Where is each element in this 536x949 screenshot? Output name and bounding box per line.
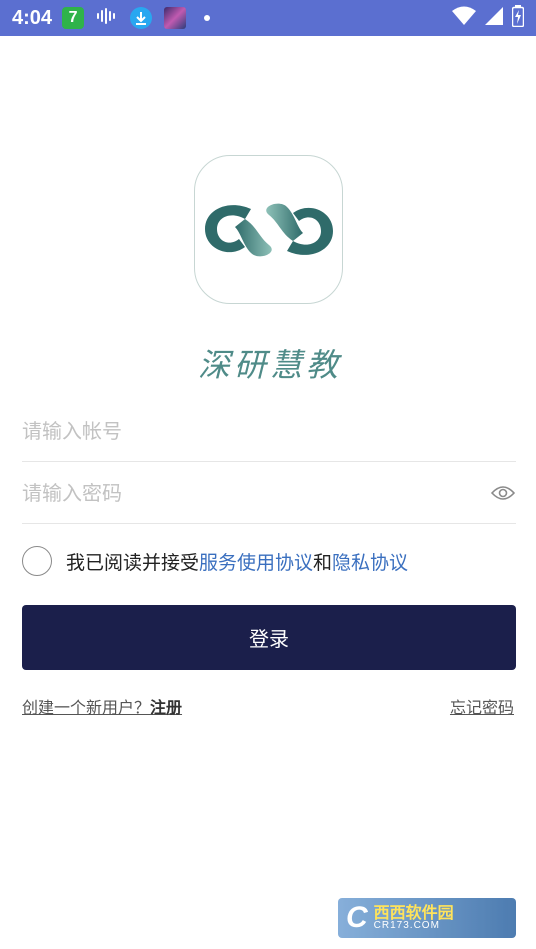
eye-icon (491, 486, 515, 500)
download-icon (130, 7, 153, 29)
watermark: C 西西软件园 CR173.COM (338, 898, 516, 938)
status-time: 4:04 (12, 6, 53, 29)
signal-icon (484, 6, 504, 30)
service-agreement-link[interactable]: 服务使用协议 (199, 548, 313, 575)
infinity-logo-icon (204, 203, 333, 256)
login-button[interactable]: 登录 (22, 605, 516, 670)
agreement-prefix: 我已阅读并接受 (66, 551, 200, 574)
create-account-link[interactable]: 创建一个新用户？注册 (22, 694, 182, 718)
create-account-prefix: 创建一个新用户？ (22, 698, 151, 717)
account-field-row (22, 400, 516, 462)
agreement-row: 我已阅读并接受 服务使用协议 和 隐私协议 (22, 545, 408, 577)
password-field-row (22, 462, 516, 524)
forgot-password-link[interactable]: 忘记密码 (450, 694, 514, 718)
toggle-password-visibility-button[interactable] (490, 481, 516, 505)
watermark-text: 西西软件园 CR173.COM (374, 905, 454, 931)
privacy-agreement-link[interactable]: 隐私协议 (332, 548, 408, 575)
app-thumbnail-icon (164, 7, 187, 29)
brand-name: 深研慧教 (197, 346, 342, 384)
audio-wave-icon (96, 7, 118, 29)
system-icons (452, 5, 525, 31)
more-notifications-dot-icon (204, 15, 211, 21)
battery-icon (511, 5, 525, 31)
status-bar: 4:04 7 (0, 0, 536, 36)
register-link[interactable]: 注册 (150, 698, 182, 717)
wifi-icon (452, 6, 476, 30)
app-badge-icon: 7 (62, 7, 85, 29)
password-input[interactable] (22, 462, 516, 523)
app-logo (194, 155, 343, 304)
account-input[interactable] (22, 400, 516, 461)
agreement-and: 和 (313, 551, 333, 574)
agreement-checkbox[interactable] (22, 546, 52, 576)
watermark-main: 西西软件园 (373, 903, 454, 922)
notification-icons: 7 (62, 7, 211, 29)
watermark-sub: CR173.COM (373, 920, 440, 931)
watermark-logo-icon: C (346, 901, 368, 934)
